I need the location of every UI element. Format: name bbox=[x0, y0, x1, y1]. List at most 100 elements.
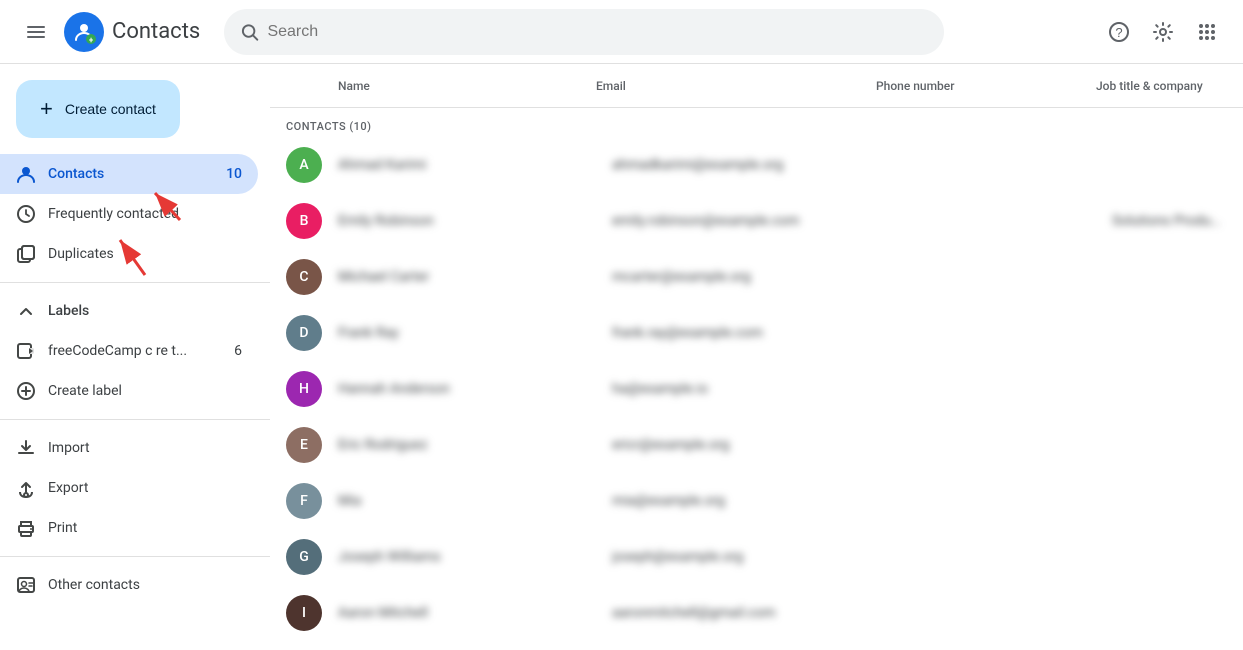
sidebar-duplicates-label: Duplicates bbox=[48, 246, 114, 262]
app-name-label: Contacts bbox=[112, 19, 200, 44]
table-row[interactable]: H Hannah Anderson ha@example.io bbox=[270, 361, 1243, 417]
table-row[interactable]: A Ahmad Karimi ahmadkarimi@example.org bbox=[270, 137, 1243, 193]
divider-3 bbox=[0, 556, 270, 557]
avatar: H bbox=[286, 371, 322, 407]
avatar: C bbox=[286, 259, 322, 295]
contact-email: emily.robinson@example.com bbox=[612, 213, 892, 229]
top-bar: + Contacts ? bbox=[0, 0, 1243, 64]
sidebar-item-print[interactable]: Print bbox=[0, 508, 258, 548]
avatar-circle: I bbox=[286, 595, 322, 631]
print-label: Print bbox=[48, 520, 77, 536]
table-row[interactable]: E Eric Rodriguez ericr@example.org bbox=[270, 417, 1243, 473]
labels-section-label: Labels bbox=[48, 303, 89, 319]
contact-email: ahmadkarimi@example.org bbox=[612, 157, 892, 173]
contact-email: ericr@example.org bbox=[612, 437, 892, 453]
apps-button[interactable] bbox=[1187, 12, 1227, 52]
search-icon bbox=[240, 22, 259, 42]
sidebar-frequently-label: Frequently contacted bbox=[48, 206, 179, 222]
avatar-circle: E bbox=[286, 427, 322, 463]
avatar: F bbox=[286, 483, 322, 519]
contact-email: joseph@example.org bbox=[612, 549, 892, 565]
create-contact-label: Create contact bbox=[65, 101, 156, 117]
contact-email: mcarter@example.org bbox=[612, 269, 892, 285]
export-label: Export bbox=[48, 480, 88, 496]
avatar-circle: F bbox=[286, 483, 322, 519]
contact-name: Frank Ray bbox=[338, 325, 612, 341]
top-actions: ? bbox=[1099, 12, 1227, 52]
sidebar-item-export[interactable]: Export bbox=[0, 468, 258, 508]
create-contact-button[interactable]: + Create contact bbox=[16, 80, 180, 138]
app-logo: + Contacts bbox=[64, 12, 200, 52]
table-row[interactable]: D Frank Ray frank.ray@example.com bbox=[270, 305, 1243, 361]
col-email-header: Email bbox=[596, 79, 876, 93]
plus-icon: + bbox=[40, 96, 53, 122]
avatar: I bbox=[286, 595, 322, 631]
history-icon bbox=[16, 204, 36, 224]
hamburger-button[interactable] bbox=[16, 12, 56, 52]
apps-icon bbox=[1196, 21, 1218, 43]
sidebar-item-create-label[interactable]: Create label bbox=[0, 371, 258, 411]
other-contacts-icon bbox=[16, 575, 36, 595]
avatar-circle: A bbox=[286, 147, 322, 183]
contact-name: Joseph Williams bbox=[338, 549, 612, 565]
table-row[interactable]: I Aaron Mitchell aaronmitchell@gmail.com bbox=[270, 585, 1243, 641]
chevron-up-icon bbox=[16, 301, 36, 321]
label-icon bbox=[16, 341, 36, 361]
main-content: Name Email Phone number Job title & comp… bbox=[270, 64, 1243, 650]
sidebar-item-import[interactable]: Import bbox=[0, 428, 258, 468]
table-row[interactable]: C Michael Carter mcarter@example.org bbox=[270, 249, 1243, 305]
search-input[interactable] bbox=[267, 23, 928, 41]
avatar-circle: B bbox=[286, 203, 322, 239]
help-icon: ? bbox=[1108, 21, 1130, 43]
contact-name: Eric Rodriguez bbox=[338, 437, 612, 453]
table-header: Name Email Phone number Job title & comp… bbox=[270, 64, 1243, 108]
main-layout: + Create contact Contacts 10 Frequen bbox=[0, 64, 1243, 650]
export-icon bbox=[16, 478, 36, 498]
contact-email: ha@example.io bbox=[612, 381, 892, 397]
col-name-header: Name bbox=[286, 79, 596, 93]
search-bar[interactable] bbox=[224, 9, 944, 55]
duplicate-icon bbox=[16, 244, 36, 264]
add-label-icon bbox=[16, 381, 36, 401]
sidebar-item-duplicates[interactable]: Duplicates bbox=[0, 234, 258, 274]
avatar: G bbox=[286, 539, 322, 575]
sidebar-item-freeCodeCamp[interactable]: freeCodeCamp c re t... 6 bbox=[0, 331, 258, 371]
person-icon bbox=[16, 164, 36, 184]
svg-text:?: ? bbox=[1115, 25, 1122, 40]
contact-email: aaronmitchell@gmail.com bbox=[612, 605, 892, 621]
sidebar-item-other-contacts[interactable]: Other contacts bbox=[0, 565, 258, 605]
other-contacts-label: Other contacts bbox=[48, 577, 140, 593]
divider-1 bbox=[0, 282, 270, 283]
sidebar-contacts-badge: 10 bbox=[226, 166, 242, 182]
avatar: D bbox=[286, 315, 322, 351]
contacts-logo-icon: + bbox=[72, 20, 96, 44]
sidebar: + Create contact Contacts 10 Frequen bbox=[0, 64, 270, 650]
contact-name: Hannah Anderson bbox=[338, 381, 612, 397]
avatar-circle: D bbox=[286, 315, 322, 351]
settings-button[interactable] bbox=[1143, 12, 1183, 52]
help-button[interactable]: ? bbox=[1099, 12, 1139, 52]
freeCodeCamp-badge: 6 bbox=[234, 343, 242, 359]
labels-section-header[interactable]: Labels bbox=[0, 291, 258, 331]
contact-name: Michael Carter bbox=[338, 269, 612, 285]
sidebar-contacts-label: Contacts bbox=[48, 166, 104, 182]
table-row[interactable]: G Joseph Williams joseph@example.org bbox=[270, 529, 1243, 585]
avatar: E bbox=[286, 427, 322, 463]
sidebar-item-frequently-contacted[interactable]: Frequently contacted bbox=[0, 194, 258, 234]
contact-email: frank.ray@example.com bbox=[612, 325, 892, 341]
create-label-text: Create label bbox=[48, 383, 122, 399]
import-icon bbox=[16, 438, 36, 458]
table-row[interactable]: B Emily Robinson emily.robinson@example.… bbox=[270, 193, 1243, 249]
contact-name: Emily Robinson bbox=[338, 213, 612, 229]
col-phone-header: Phone number bbox=[876, 79, 1096, 93]
menu-icon bbox=[27, 26, 45, 38]
contact-name: Aaron Mitchell bbox=[338, 605, 612, 621]
freeCodeCamp-label: freeCodeCamp c re t... bbox=[48, 343, 187, 359]
contacts-section-label: CONTACTS (10) bbox=[270, 108, 1243, 137]
table-row[interactable]: F Mia mia@example.org bbox=[270, 473, 1243, 529]
print-icon bbox=[16, 518, 36, 538]
gear-icon bbox=[1152, 21, 1174, 43]
sidebar-item-contacts[interactable]: Contacts 10 bbox=[0, 154, 258, 194]
contact-job: Solutions Product Sp... bbox=[1112, 213, 1227, 229]
logo-icon: + bbox=[64, 12, 104, 52]
